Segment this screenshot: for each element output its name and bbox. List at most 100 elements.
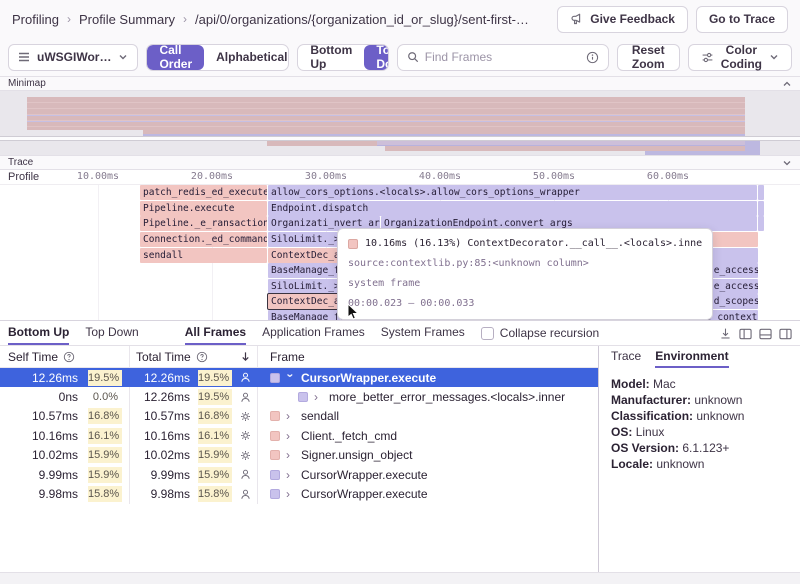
detail-row: OS Version: 6.1.123+ xyxy=(611,440,788,456)
minimap-header[interactable]: Minimap xyxy=(0,76,800,91)
flamegraph-canvas[interactable]: patch_redis_ed_execute allow_cors_option… xyxy=(0,185,800,320)
mouse-cursor xyxy=(347,303,361,320)
column-divider xyxy=(122,368,130,387)
frame-color-swatch xyxy=(270,373,280,383)
total-pct-value: 15.8% xyxy=(198,486,232,502)
self-pct-value: 15.9% xyxy=(88,467,122,483)
collapse-recursion-checkbox[interactable] xyxy=(481,327,494,340)
go-to-trace-button[interactable]: Go to Trace xyxy=(696,6,788,33)
table-row[interactable]: 9.98ms 15.8% 9.98ms 15.8% › CursorWrappe… xyxy=(0,484,598,503)
frame-name: CursorWrapper.execute xyxy=(301,487,428,501)
tooltip-title-row: 10.16ms (16.13%) ContextDecorator.__call… xyxy=(348,234,702,254)
chevron-collapsed-icon[interactable]: › xyxy=(286,468,295,482)
flame-frame[interactable] xyxy=(758,201,764,216)
tab-bottom-up[interactable]: Bottom Up xyxy=(8,321,69,345)
flame-frame[interactable]: Pipeline.execute xyxy=(140,201,267,216)
ruler-tick: 50.00ms xyxy=(533,171,575,182)
column-divider xyxy=(122,407,130,426)
tab-all-frames[interactable]: All Frames xyxy=(185,321,246,345)
minimap-canvas[interactable] xyxy=(0,91,800,155)
flame-frame[interactable] xyxy=(758,185,764,200)
total-time-value: 9.99ms xyxy=(130,468,190,482)
flame-frame[interactable] xyxy=(712,232,758,247)
total-time-value: 10.16ms xyxy=(130,429,190,443)
reset-zoom-label: Reset Zoom xyxy=(630,43,667,71)
tab-system-frames[interactable]: System Frames xyxy=(381,321,465,345)
self-pct-value: 19.5% xyxy=(88,370,122,386)
flame-frame[interactable]: sendall xyxy=(140,248,267,263)
frame-name: sendall xyxy=(301,409,339,423)
column-total-time[interactable]: Total Time xyxy=(130,346,258,367)
horizontal-scrollbar-track[interactable] xyxy=(0,572,800,584)
download-icon[interactable] xyxy=(719,327,732,340)
tab-trace[interactable]: Trace xyxy=(611,346,641,368)
color-coding-label: Color Coding xyxy=(721,43,762,71)
chevron-collapsed-icon[interactable]: › xyxy=(286,429,295,443)
self-pct-value: 15.9% xyxy=(88,447,122,463)
direction-top-down[interactable]: Top Down xyxy=(364,45,388,70)
flame-frame[interactable]: allow_cors_options.<locals>.allow_cors_o… xyxy=(268,185,757,200)
total-pct-value: 19.5% xyxy=(198,389,232,405)
total-pct-value: 19.5% xyxy=(198,370,232,386)
breadcrumb-profile-summary[interactable]: Profile Summary xyxy=(79,12,175,27)
chevron-collapsed-icon[interactable]: › xyxy=(286,409,295,423)
table-row[interactable]: 9.99ms 15.9% 9.99ms 15.9% › CursorWrappe… xyxy=(0,465,598,484)
direction-bottom-up[interactable]: Bottom Up xyxy=(298,45,364,70)
flame-frame[interactable]: SiloLimit._>.over xyxy=(268,279,348,294)
flame-frame[interactable]: patch_redis_ed_execute xyxy=(140,185,267,200)
flame-frame[interactable]: Connection._ed_command xyxy=(140,232,267,247)
ruler-tick: 10.00ms xyxy=(77,171,119,182)
tab-environment[interactable]: Environment xyxy=(655,346,728,368)
table-row[interactable]: 10.16ms 16.1% 10.16ms 16.1% › Client._fe… xyxy=(0,426,598,445)
flame-frame[interactable] xyxy=(758,216,764,231)
chevron-expanded-icon[interactable]: › xyxy=(284,373,298,382)
layout-bottom-icon[interactable] xyxy=(759,328,772,340)
breadcrumb-separator: › xyxy=(67,12,71,26)
trace-title: Trace xyxy=(8,157,33,168)
frame-name: Client._fetch_cmd xyxy=(301,429,397,443)
flame-frame[interactable]: ContextDec_als>.i xyxy=(268,248,348,263)
flame-frame[interactable]: Endpoint.dispatch xyxy=(268,201,757,216)
frame-cell: › Signer.unsign_object xyxy=(258,448,598,462)
question-icon xyxy=(63,351,75,363)
frame-tooltip: 10.16ms (16.13%) ContextDecorator.__call… xyxy=(337,228,713,320)
chevron-collapsed-icon[interactable]: › xyxy=(286,487,295,501)
sort-call-order[interactable]: Call Order xyxy=(147,45,204,70)
self-pct-value: 16.8% xyxy=(88,408,122,424)
column-self-time[interactable]: Self Time xyxy=(0,346,130,367)
table-row[interactable]: 12.26ms 19.5% 12.26ms 19.5% › CursorWrap… xyxy=(0,368,598,387)
column-frame[interactable]: Frame xyxy=(258,350,305,364)
detail-label: Manufacturer: xyxy=(611,393,691,407)
sort-desc-icon[interactable] xyxy=(240,351,251,362)
detail-value: 6.1.123+ xyxy=(682,441,729,455)
flame-frame-selected[interactable]: ContextDec_als>.i xyxy=(268,294,348,309)
flame-frame[interactable]: SiloLimit._>.over xyxy=(268,232,348,247)
table-row[interactable]: 0ns 0.0% 12.26ms 19.5% › more_better_err… xyxy=(0,387,598,406)
flame-frame[interactable]: Pipeline._e_ransaction xyxy=(140,216,267,231)
search-input[interactable] xyxy=(425,50,580,64)
sort-alphabetical[interactable]: Alphabetical xyxy=(204,45,289,70)
tab-top-down[interactable]: Top Down xyxy=(85,321,138,345)
chevron-collapsed-icon[interactable]: › xyxy=(314,390,323,404)
self-pct-value: 0.0% xyxy=(88,389,122,405)
trace-header[interactable]: Trace xyxy=(0,155,800,170)
chevron-down-icon[interactable] xyxy=(782,158,792,168)
flame-frame[interactable]: BaseManage_from_c xyxy=(268,263,348,278)
breadcrumb-profiling[interactable]: Profiling xyxy=(12,12,59,27)
thread-selector[interactable]: uWSGIWor… xyxy=(8,44,138,71)
chevron-up-icon[interactable] xyxy=(782,79,792,89)
tab-application-frames[interactable]: Application Frames xyxy=(262,321,365,345)
color-coding-dropdown[interactable]: Color Coding xyxy=(688,44,792,71)
chevron-collapsed-icon[interactable]: › xyxy=(286,448,295,462)
table-row[interactable]: 10.57ms 16.8% 10.57ms 16.8% › sendall xyxy=(0,407,598,426)
give-feedback-button[interactable]: Give Feedback xyxy=(557,6,688,33)
user-icon xyxy=(237,488,253,501)
table-row[interactable]: 10.02ms 15.9% 10.02ms 15.9% › Signer.uns… xyxy=(0,446,598,465)
layout-left-icon[interactable] xyxy=(739,328,752,340)
layout-right-icon[interactable] xyxy=(779,328,792,340)
flame-frame[interactable] xyxy=(712,248,758,263)
reset-zoom-button[interactable]: Reset Zoom xyxy=(617,44,680,71)
user-icon xyxy=(237,371,253,384)
column-divider xyxy=(122,426,130,445)
thread-selector-label: uWSGIWor… xyxy=(37,50,111,64)
